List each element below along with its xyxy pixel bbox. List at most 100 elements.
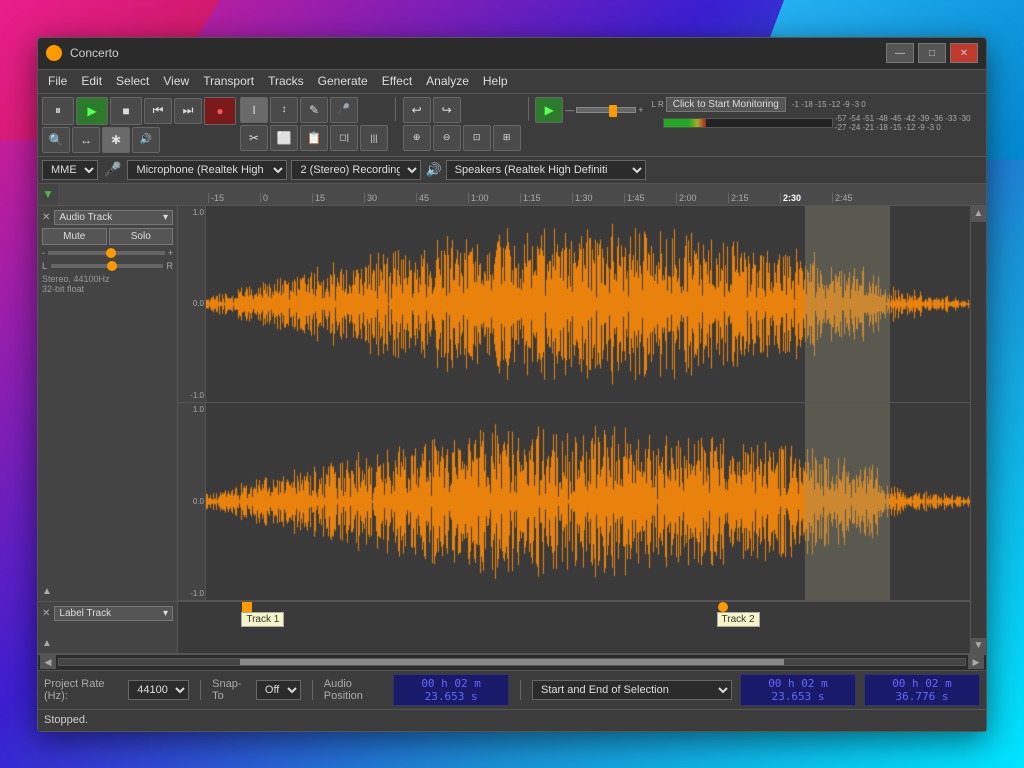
label-flag-2 [718,602,728,612]
vertical-scrollbar[interactable]: ▲ ▼ [970,206,986,654]
audio-track-controls: ✕ Audio Track ▾ Mute Solo - [38,206,178,601]
app-window: Concerto — □ ✕ File Edit Select View Tra… [37,37,987,732]
paste-button[interactable]: 📋 [300,125,328,151]
gain-minus-label: - [42,248,45,258]
record-button[interactable]: ● [204,97,236,125]
ruler-mark: 45 [416,193,468,203]
scroll-right-arrow[interactable]: ▶ [968,655,984,669]
zoom-out-button[interactable]: ⊖ [433,125,461,151]
undo-button[interactable]: ↩ [403,97,431,123]
track-info: Stereo, 44100Hz 32-bit float [42,274,173,294]
menu-file[interactable]: File [42,72,73,90]
menu-select[interactable]: Select [110,72,155,90]
waveform-canvas-bottom[interactable] [206,403,970,600]
snapto-select[interactable]: Off [256,680,301,700]
minimize-button[interactable]: — [886,43,914,63]
menu-transport[interactable]: Transport [197,72,260,90]
label-track-title[interactable]: Label Track ▾ [54,606,173,621]
fit-selection-button[interactable]: ⊡ [463,125,491,151]
hscroll-thumb[interactable] [240,659,784,665]
selection-start-display[interactable]: 00 h 02 m 23.653 s [740,674,856,706]
input-device-select[interactable]: Microphone (Realtek High Defini [127,160,287,180]
ruler-mark: 1:30 [572,193,624,203]
project-rate-label: Project Rate (Hz): [44,678,120,702]
label-marker-2: Track 2 [717,602,760,627]
gain-slider[interactable] [48,251,165,255]
selection-type-select[interactable]: Start and End of Selection [532,680,732,700]
solo-button[interactable]: Solo [109,228,174,245]
menu-generate[interactable]: Generate [312,72,374,90]
ruler-marks: -15 0 15 30 45 1:00 1:15 1:30 1:45 2:00 … [208,193,986,203]
status-bar: Stopped. [38,709,986,731]
close-button[interactable]: ✕ [950,43,978,63]
silence-button[interactable]: ||| [360,125,388,151]
chevron-down-icon: ▾ [163,212,168,223]
project-rate-select[interactable]: 44100 [128,680,189,700]
vu-l-label: L [651,100,655,109]
zoom-in-button[interactable]: ⊕ [403,125,431,151]
multi-tool[interactable]: ✱ [102,127,130,153]
cut-button[interactable]: ✂ [240,125,268,151]
menu-effect[interactable]: Effect [376,72,418,90]
selection-end-display[interactable]: 00 h 02 m 36.776 s [864,674,980,706]
vu-r-label: R [658,100,664,109]
skip-forward-button[interactable]: ⏭ [174,98,202,124]
track-expand-button[interactable]: ▲ [42,586,173,597]
label-track-close-button[interactable]: ✕ [42,608,50,619]
label-marker-1: Track 1 [241,602,284,627]
ruler-mark: -15 [208,193,260,203]
mute-button[interactable]: Mute [42,228,107,245]
menu-analyze[interactable]: Analyze [420,72,475,90]
waveform-scale-top: 1.0 0.0 -1.0 [178,206,206,403]
channels-select[interactable]: 2 (Stereo) Recording Channels [291,160,421,180]
label-text-1[interactable]: Track 1 [241,612,284,627]
track-close-button[interactable]: ✕ [42,212,50,223]
draw-tool[interactable]: ✎ [300,97,328,123]
start-monitoring-button[interactable]: Click to Start Monitoring [666,97,786,112]
menu-tracks[interactable]: Tracks [262,72,310,90]
menu-help[interactable]: Help [477,72,514,90]
move-tool[interactable]: ↔ [72,127,100,153]
select-tool[interactable]: I [240,97,268,123]
fit-all-button[interactable]: ⊞ [493,125,521,151]
skip-back-button[interactable]: ⏮ [144,98,172,124]
window-controls: — □ ✕ [886,43,978,63]
scroll-up-arrow[interactable]: ▲ [971,206,987,222]
play-button[interactable]: ▶ [76,97,108,125]
mic-tool[interactable]: 🎤 [330,97,358,123]
scroll-track[interactable] [971,222,986,638]
green-play-button[interactable]: ▶ [535,97,563,123]
device-bar: MME 🎤 Microphone (Realtek High Defini 2 … [38,157,986,184]
toolbar-area: ⏸ ▶ ■ ⏮ ⏭ ● 🔍 ↔ ✱ 🔊 I ↕ [38,94,986,157]
pause-button[interactable]: ⏸ [42,97,74,125]
audio-position-display[interactable]: 00 h 02 m 23.653 s [393,674,509,706]
hscroll-track[interactable] [58,658,966,666]
api-select[interactable]: MME [42,160,98,180]
chevron-down-icon2: ▾ [163,608,168,619]
bottom-bar: Project Rate (Hz): 44100 Snap-To Off Aud… [38,670,986,709]
waveform-canvas-top[interactable] [206,206,970,403]
label-area[interactable]: Track 1 Track 2 [178,602,970,653]
label-track-expand[interactable]: ▲ [42,638,173,649]
envelope-tool[interactable]: ↕ [270,97,298,123]
ruler-mark: 0 [260,193,312,203]
maximize-button[interactable]: □ [918,43,946,63]
label-text-2[interactable]: Track 2 [717,612,760,627]
trim-button[interactable]: ◻| [330,125,358,151]
menu-view[interactable]: View [157,72,195,90]
redo-button[interactable]: ↪ [433,97,461,123]
audio-track-title[interactable]: Audio Track ▾ [54,210,173,225]
copy-button[interactable]: ⬜ [270,125,298,151]
scroll-down-arrow[interactable]: ▼ [971,638,987,654]
pan-slider[interactable] [51,264,162,268]
timeline-ruler[interactable]: ▼ -15 0 15 30 45 1:00 1:15 1:30 1:45 2:0… [38,184,986,206]
stop-button[interactable]: ■ [110,97,142,125]
horizontal-scrollbar[interactable]: ◀ ▶ [38,654,986,670]
menu-edit[interactable]: Edit [75,72,108,90]
speaker-tool[interactable]: 🔊 [132,127,160,153]
scroll-left-arrow[interactable]: ◀ [40,655,56,669]
zoom-in-tool[interactable]: 🔍 [42,127,70,153]
selection-highlight [805,206,890,403]
output-device-select[interactable]: Speakers (Realtek High Definiti [446,160,646,180]
waveform-top: 1.0 0.0 -1.0 [178,206,970,404]
